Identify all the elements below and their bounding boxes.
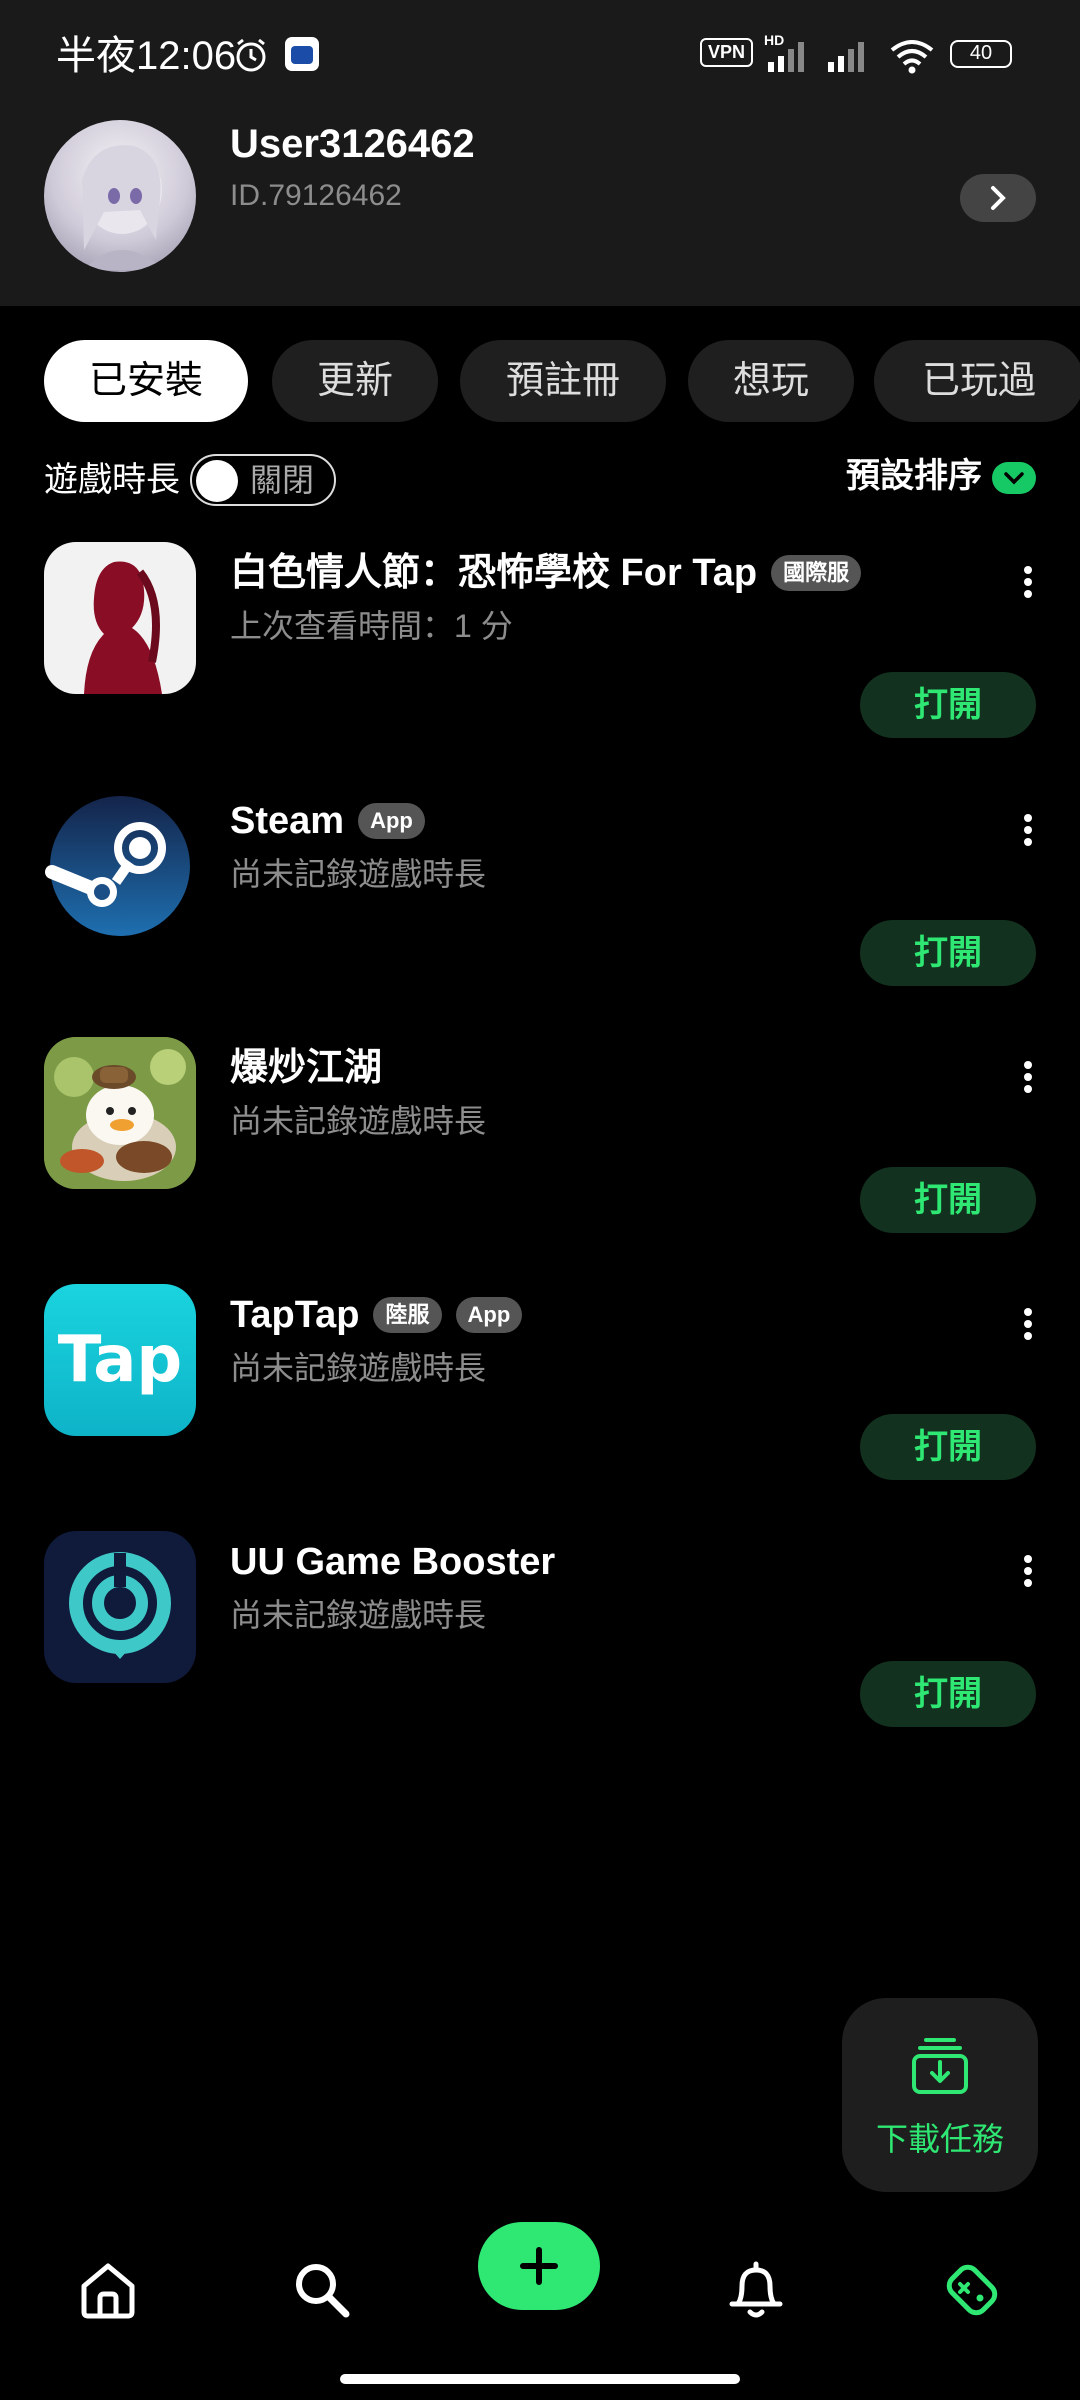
more-options-icon[interactable]: [1016, 562, 1040, 602]
game-list-item[interactable]: UU Game Booster 尚未記錄遊戲時長 打開: [0, 1531, 1080, 1761]
steam-logo-icon: [45, 796, 190, 936]
download-tray-icon: [912, 2038, 968, 2094]
game-icon-steam: [44, 790, 196, 942]
open-button[interactable]: 打開: [860, 1167, 1036, 1233]
game-list-item[interactable]: 白色情人節：恐怖學校 For Tap 國際服 上次查看時間：1 分 打開: [0, 542, 1080, 772]
game-subtitle: 尚未記錄遊戲時長: [230, 1350, 487, 1386]
game-icon-uu-booster: [44, 1531, 196, 1683]
tab-preregister[interactable]: 預註冊: [460, 340, 666, 422]
hd-indicator: HD: [764, 32, 785, 48]
game-icon-taptap: Tap: [44, 1284, 196, 1436]
status-bar: 半夜12:06 VPN HD 40: [0, 0, 1080, 110]
open-button[interactable]: 打開: [860, 1414, 1036, 1480]
bottom-navigation: [0, 2206, 1080, 2366]
user-id: ID.79126462: [230, 179, 402, 212]
category-tabs: 已安裝 更新 預註冊 想玩 已玩過: [44, 340, 1080, 422]
profile-header: 半夜12:06 VPN HD 40 User3126462 ID.7912646…: [0, 0, 1080, 306]
game-subtitle: 尚未記錄遊戲時長: [230, 1103, 487, 1139]
game-name: 爆炒江湖: [230, 1043, 382, 1093]
chevron-right-icon: [991, 186, 1006, 210]
region-badge: 國際服: [771, 555, 862, 591]
open-button[interactable]: 打開: [860, 1661, 1036, 1727]
username: User3126462: [230, 122, 475, 166]
white-day-logo-icon: [84, 561, 162, 694]
game-list-item[interactable]: Steam App 尚未記錄遊戲時長 打開: [0, 790, 1080, 1020]
toggle-knob: [196, 460, 238, 502]
tab-want-to-play[interactable]: 想玩: [688, 340, 854, 422]
tab-played[interactable]: 已玩過: [874, 340, 1080, 422]
toggle-state-label: 關閉: [250, 462, 315, 498]
download-tasks-label: 下載任務: [875, 2121, 1004, 2157]
more-options-icon[interactable]: [1016, 810, 1040, 850]
app-badge: App: [455, 1297, 523, 1333]
game-icon-white-day: [44, 542, 196, 694]
alarm-icon: [236, 38, 266, 72]
game-icon-baochao-jianghu: [44, 1037, 196, 1189]
game-name: UU Game Booster: [230, 1537, 555, 1587]
app-badge: App: [358, 803, 425, 839]
open-button[interactable]: 打開: [860, 672, 1036, 738]
game-name: TapTap 陸服 App: [230, 1290, 523, 1340]
sort-chevron-down-icon[interactable]: [992, 462, 1036, 494]
add-icon: [520, 2247, 558, 2285]
open-button[interactable]: 打開: [860, 920, 1036, 986]
avatar-illustration-icon: [82, 145, 164, 270]
game-title: TapTap: [230, 1294, 360, 1336]
battery-indicator: 40: [950, 40, 1012, 68]
bell-icon[interactable]: [724, 2258, 788, 2322]
more-options-icon[interactable]: [1016, 1057, 1040, 1097]
cellular-signal-2-icon: [828, 42, 864, 72]
search-icon[interactable]: [290, 2258, 354, 2322]
game-tag-icon[interactable]: [940, 2258, 1004, 2322]
avatar[interactable]: [44, 120, 196, 272]
game-list-item[interactable]: Tap TapTap 陸服 App 尚未記錄遊戲時長 打開: [0, 1284, 1080, 1514]
duck-chef-icon: [44, 1037, 196, 1189]
more-options-icon[interactable]: [1016, 1304, 1040, 1344]
game-title: UU Game Booster: [230, 1541, 556, 1583]
game-title: 爆炒江湖: [230, 1047, 383, 1089]
sort-dropdown[interactable]: 預設排序: [846, 454, 982, 498]
taptap-logo-icon: Tap: [57, 1323, 183, 1397]
download-tasks-button[interactable]: 下載任務: [842, 1998, 1038, 2192]
game-subtitle: 上次查看時間：1 分: [230, 608, 513, 644]
game-title: 白色情人節：恐怖學校 For Tap: [230, 552, 758, 594]
game-title: Steam: [230, 800, 345, 842]
more-options-icon[interactable]: [1016, 1551, 1040, 1591]
tab-installed[interactable]: 已安裝: [44, 340, 248, 422]
vpn-indicator: VPN: [700, 38, 754, 67]
game-subtitle: 尚未記錄遊戲時長: [230, 856, 487, 892]
home-icon[interactable]: [76, 2258, 140, 2322]
game-list-item[interactable]: 爆炒江湖 尚未記錄遊戲時長 打開: [0, 1037, 1080, 1267]
game-subtitle: 尚未記錄遊戲時長: [230, 1597, 487, 1633]
playtime-toggle[interactable]: 關閉: [190, 454, 336, 506]
playtime-label: 遊戲時長: [44, 461, 180, 499]
home-indicator[interactable]: [340, 2374, 740, 2384]
game-name: 白色情人節：恐怖學校 For Tap 國際服: [230, 548, 862, 598]
wifi-icon: [890, 40, 934, 74]
region-badge: 陸服: [373, 1297, 442, 1333]
app-notification-icon: [285, 37, 319, 71]
game-name: Steam App: [230, 796, 425, 846]
create-post-button[interactable]: [478, 2222, 600, 2310]
uu-booster-logo-icon: [69, 1552, 171, 1659]
chevron-down-icon: [1004, 472, 1024, 485]
status-time: 半夜12:06: [56, 34, 237, 78]
tab-updates[interactable]: 更新: [272, 340, 438, 422]
profile-detail-button[interactable]: [960, 174, 1036, 222]
